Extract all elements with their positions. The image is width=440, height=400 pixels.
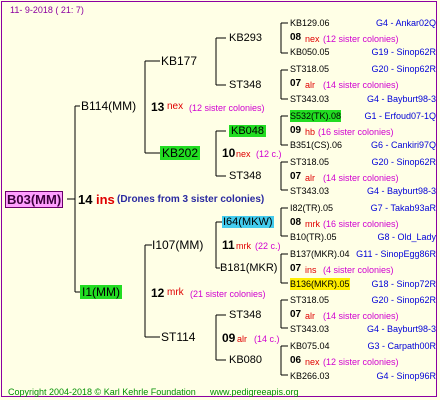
gen1-sire-count: 13 [151,100,165,114]
gen2-kb202-tag: nex [236,149,251,159]
root-colony-name[interactable]: B03(MM) [5,191,64,208]
gen4-colony-name[interactable]: B136(MKR).05 [290,278,350,290]
gen1-dam-count: 12 [151,286,165,300]
gen4-lineage-info: G4 - Ankar02Q [375,18,436,28]
gen1-dam-tag: mrk [167,287,184,298]
gen4-lineage-info: G8 - Old_Lady [377,232,436,242]
report-date: 11- 9-2018 ( 21: 7) [10,5,84,15]
gen1-sire-note: (12 sister colonies) [189,103,265,113]
gen4-lineage-info: G4 - Bayburt98-3 [366,94,436,104]
gen3-kb048-name[interactable]: KB048 [229,125,267,137]
gen4-lineage-info: G4 - Bayburt98-3 [366,186,436,196]
gen2-kb177-name[interactable]: KB177 [161,54,197,68]
gen4-breed-tag: nex [305,357,320,367]
gen1-dam-name[interactable]: I1(MM) [80,285,122,299]
gen4-lineage-info: G1 - Erfoud07-1Q [364,111,436,121]
gen4-colony-name[interactable]: KB129.06 [290,17,330,29]
gen4-colony-name[interactable]: ST343.03 [290,93,329,105]
gen4-drone-count: 08 [290,217,302,228]
gen3-b181-name[interactable]: B181(MKR) [220,262,277,274]
gen4-breed-tag: alr [305,173,316,183]
gen4-drone-count: 07 [290,78,302,89]
gen2-kb202-name[interactable]: KB202 [160,146,201,160]
gen4-drone-count: 07 [290,263,302,274]
gen1-sire-name[interactable]: B114(MM) [81,99,136,113]
gen4-lineage-info: G4 - Sinop96R [376,371,436,381]
gen4-colony-name[interactable]: S532(TK).08 [290,110,342,122]
gen4-colony-name[interactable]: KB050.05 [290,46,330,58]
gen4-lineage-info: G4 - Bayburt98-3 [366,324,436,334]
gen3-kb293-name[interactable]: KB293 [229,32,262,44]
gen4-lineage-info: G19 - Sinop62R [371,47,436,57]
gen4-colony-name[interactable]: I82(TR).05 [290,202,333,214]
gen4-lineage-info: G11 - SinopEgg86R [356,249,436,259]
gen3-st348-c-name[interactable]: ST348 [229,309,261,321]
gen4-drone-note: (12 sister colonies) [323,34,399,44]
gen4-breed-tag: mrk [305,219,320,229]
gen4-lineage-info: G20 - Sinop62R [371,295,436,305]
gen2-i107-note: (22 c.) [255,241,281,251]
gen2-kb202-count: 10 [222,146,236,160]
gen4-drone-count: 07 [290,171,302,182]
gen4-breed-tag: alr [305,311,316,321]
gen4-lineage-info: G18 - Sinop72R [371,279,436,289]
footer-copyright: Copyright 2004-2018 © Karl Kehrle Founda… [8,387,196,397]
gen4-colony-name[interactable]: ST343.03 [290,185,329,197]
gen4-colony-name[interactable]: ST318.05 [290,294,329,306]
gen4-colony-name[interactable]: B137(MKR).04 [290,248,350,260]
gen4-colony-name[interactable]: B351(CS).06 [290,139,342,151]
gen2-st114-note: (14 c.) [254,334,280,344]
gen4-breed-tag: nex [305,34,320,44]
gen4-drone-note: (16 sister colonies) [318,127,394,137]
gen2-i107-tag: mrk [236,241,251,251]
gen4-drone-note: (12 sister colonies) [323,357,399,367]
gen4-colony-name[interactable]: ST343.03 [290,323,329,335]
gen2-kb202-note: (12 c.) [256,149,282,159]
gen3-st348-a-name[interactable]: ST348 [229,79,261,91]
gen4-drone-note: (4 sister colonies) [323,265,394,275]
gen1-dam-note: (21 sister colonies) [190,289,266,299]
gen4-breed-tag: alr [305,80,316,90]
gen2-st114-tag: alr [237,334,248,344]
gen3-kb080-name[interactable]: KB080 [229,354,262,366]
gen3-i64-name[interactable]: I64(MKW) [222,216,274,228]
gen4-lineage-info: G3 - Carpath00R [367,341,436,351]
root-drone-count: 14 [78,192,93,207]
gen4-breed-tag: ins [305,265,317,275]
gen4-colony-name[interactable]: KB075.04 [290,340,330,352]
gen4-drone-note: (14 sister colonies) [323,311,399,321]
gen2-st114-name[interactable]: ST114 [161,330,195,344]
gen2-st114-count: 09 [222,331,236,345]
gen4-colony-name[interactable]: ST318.05 [290,156,329,168]
gen4-breed-tag: hb [305,127,316,137]
gen4-lineage-info: G20 - Sinop62R [371,157,436,167]
gen4-drone-count: 08 [290,32,302,43]
gen4-lineage-info: G7 - Takab93aR [370,203,436,213]
gen4-colony-name[interactable]: KB266.03 [290,370,330,382]
gen4-lineage-info: G20 - Sinop62R [371,64,436,74]
gen3-st348-b-name[interactable]: ST348 [229,170,261,182]
gen4-drone-note: (14 sister colonies) [323,173,399,183]
gen2-i107-name[interactable]: I107(MM) [152,238,203,252]
gen4-colony-name[interactable]: B10(TR).05 [290,231,337,243]
root-drone-note: (Drones from 3 sister colonies) [117,194,265,205]
gen2-i107-count: 11 [222,238,235,252]
gen4-colony-name[interactable]: ST318.05 [290,63,329,75]
gen1-sire-tag: nex [167,101,184,112]
footer-website[interactable]: www.pedigreeapis.org [210,386,299,398]
gen4-drone-count: 07 [290,309,302,320]
gen4-drone-note: (16 sister colonies) [323,219,399,229]
gen4-drone-note: (14 sister colonies) [323,80,399,90]
gen4-drone-count: 06 [290,355,302,366]
gen4-drone-count: 09 [290,125,302,136]
gen4-lineage-info: G6 - Cankiri97Q [370,140,436,150]
root-breed-tag: ins [96,192,115,207]
